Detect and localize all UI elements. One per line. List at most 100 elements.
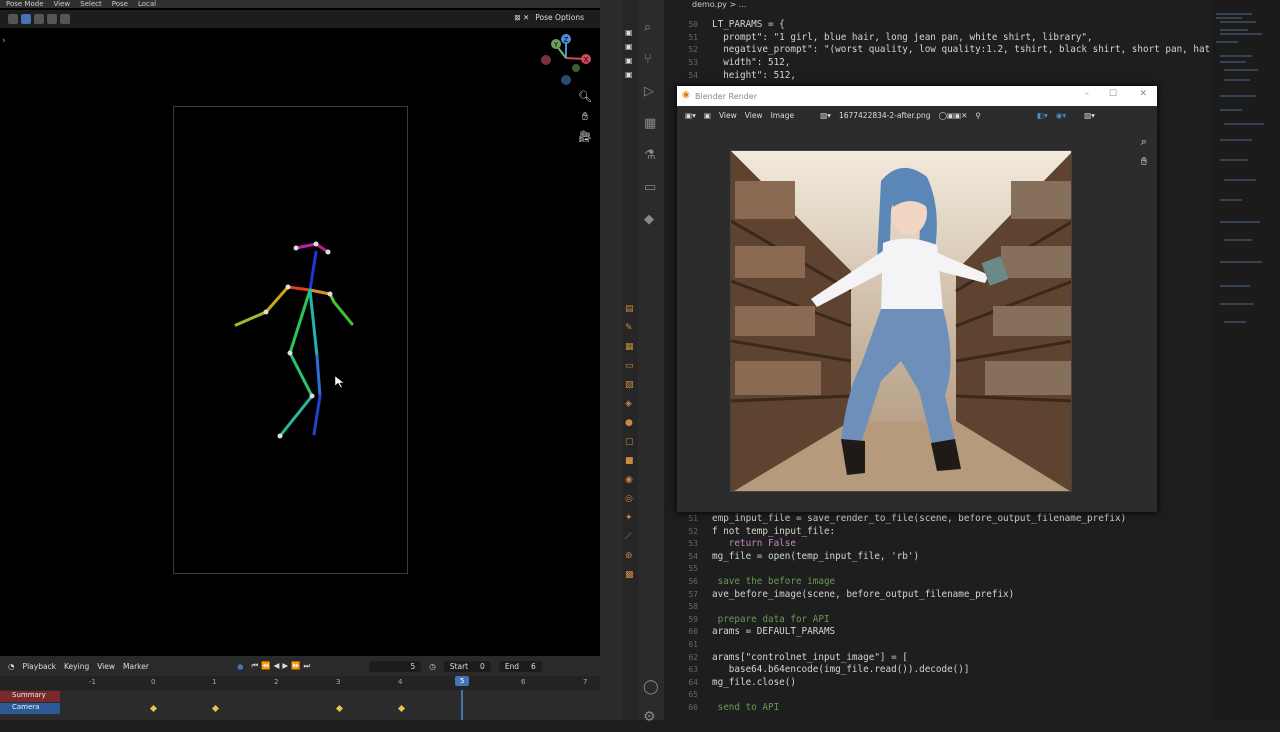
- playhead[interactable]: 5: [455, 676, 470, 686]
- joint: [309, 393, 315, 399]
- image-browse-icon[interactable]: ▨▾: [820, 111, 831, 120]
- account-settings-icons[interactable]: ◯ ⚙: [643, 672, 659, 732]
- tool-icons[interactable]: ▣ ▣ ▣ ▣: [625, 26, 633, 82]
- current-frame-field[interactable]: 5: [369, 660, 422, 672]
- playback-menu[interactable]: Playback: [23, 662, 56, 671]
- keyframe[interactable]: [211, 704, 220, 713]
- code-line[interactable]: mg_file.close(): [712, 677, 796, 688]
- expand-toolbar-icon[interactable]: ›: [2, 36, 6, 46]
- overlay-icon[interactable]: ◉▾: [1056, 111, 1066, 120]
- minimap[interactable]: [1212, 0, 1280, 720]
- bone-shin-l: [312, 394, 322, 436]
- maximize-button[interactable]: ☐: [1109, 89, 1117, 99]
- tick-label: 0: [151, 678, 156, 686]
- code-line[interactable]: width": 512,: [712, 57, 790, 68]
- image-actions-icons[interactable]: ◯▣▣✕: [939, 111, 968, 120]
- svg-text:Y: Y: [553, 41, 559, 49]
- camera-view-icon[interactable]: 🎥︎: [577, 130, 593, 143]
- code-line[interactable]: negative_prompt": "(worst quality, low q…: [712, 44, 1260, 55]
- start-value: 0: [480, 661, 485, 671]
- keyframe[interactable]: [335, 704, 344, 713]
- properties-strip: [600, 0, 622, 720]
- timeline-editor-icon[interactable]: ◔: [8, 662, 15, 671]
- minimize-button[interactable]: –: [1085, 89, 1090, 99]
- code-line[interactable]: return False: [712, 538, 796, 549]
- code-line[interactable]: height": 512,: [712, 70, 796, 81]
- image-menu[interactable]: Image: [771, 111, 795, 120]
- keying-menu[interactable]: Keying: [64, 662, 89, 671]
- line-number: 56: [688, 577, 698, 586]
- render-title-bar[interactable]: ◉ Blender Render – ☐ ✕: [677, 86, 1157, 106]
- image-name-field[interactable]: 1677422834-2-after.png: [839, 111, 931, 120]
- code-line[interactable]: arams["controlnet_input_image"] = [: [712, 652, 908, 663]
- image-editor-header: ▣▾ ▣ View View Image ▨▾ 1677422834-2-aft…: [677, 106, 1157, 124]
- code-line[interactable]: arams = DEFAULT_PARAMS: [712, 626, 835, 637]
- bone-shin-r: [278, 394, 314, 438]
- tick-label: 3: [336, 678, 341, 686]
- line-number: 61: [688, 640, 698, 649]
- code-line[interactable]: emp_input_file = save_render_to_file(sce…: [712, 513, 1126, 524]
- pan-hand-icon[interactable]: ✋︎: [577, 110, 593, 124]
- display-mode-icon[interactable]: ◧▾: [1037, 111, 1048, 120]
- close-button[interactable]: ✕: [1139, 89, 1147, 99]
- line-number: 53: [688, 539, 698, 549]
- channels-icon[interactable]: ▨▾: [1084, 111, 1095, 120]
- code-line[interactable]: ave_before_image(scene, before_output_fi…: [712, 589, 1014, 600]
- code-line[interactable]: LT_PARAMS = {: [712, 19, 785, 30]
- start-label: Start: [449, 661, 469, 671]
- svg-text:Z: Z: [564, 36, 569, 44]
- editor-type-icon[interactable]: ▣▾: [685, 111, 696, 120]
- end-field[interactable]: End 6: [498, 660, 542, 672]
- breadcrumb[interactable]: demo.py > ...: [692, 0, 746, 9]
- view-mode-icon[interactable]: ▣: [704, 111, 711, 120]
- line-number: 64: [688, 677, 698, 687]
- timeline-ruler[interactable]: -1 0 1 2 3 4 5 6 7: [0, 676, 600, 690]
- joint: [313, 241, 319, 247]
- line-number: 52: [688, 526, 698, 536]
- marker-menu[interactable]: Marker: [123, 662, 149, 671]
- playback-controls-icon[interactable]: ⏮⏪◀▶⏩⏭: [252, 661, 314, 671]
- start-field[interactable]: Start 0: [443, 660, 491, 672]
- line-number: 55: [688, 564, 698, 574]
- record-icon[interactable]: ●: [237, 662, 244, 671]
- view-menu[interactable]: View: [97, 662, 115, 671]
- code-line[interactable]: mg_file = open(temp_input_file, 'rb'): [712, 551, 919, 562]
- clock-icon[interactable]: ◷: [429, 662, 436, 671]
- channel-camera[interactable]: Camera: [0, 703, 60, 714]
- activity-icons[interactable]: ⌕ ⑂ ▷ ▦ ⚗ ▭ ◆: [644, 12, 656, 236]
- code-line[interactable]: base64.b64encode(img_file.read()).decode…: [712, 664, 970, 675]
- view-dropdown[interactable]: View: [719, 111, 737, 120]
- keyframe[interactable]: [397, 704, 406, 713]
- pose-skeleton[interactable]: [0, 0, 600, 656]
- code-line[interactable]: f not temp_input_file:: [712, 526, 835, 537]
- joint: [277, 433, 283, 439]
- pin-icon[interactable]: ⚲: [975, 111, 981, 120]
- blender-logo-icon: ◉: [682, 90, 690, 100]
- keyframe[interactable]: [149, 704, 158, 713]
- channel-summary[interactable]: Summary: [0, 691, 60, 702]
- activity-bar: ⌕ ⑂ ▷ ▦ ⚗ ▭ ◆ ◯ ⚙: [638, 0, 664, 725]
- line-number: 52: [688, 45, 698, 55]
- properties-tabs: ▣ ▣ ▣ ▣ ▤ ✎ ▦ ▭ ▨ ◈ ● ▢ ■ ◉ ◎ ✦ ⟋ ⊛ ▩: [622, 0, 638, 720]
- navigation-gizmo[interactable]: X Y Z: [535, 32, 595, 92]
- timeline-header: ◔ Playback Keying View Marker ● ⏮⏪◀▶⏩⏭ 5…: [0, 656, 600, 676]
- rendered-image: [730, 150, 1072, 492]
- code-line[interactable]: prepare data for API: [712, 614, 830, 625]
- image-viewport[interactable]: ⌕ ✋︎: [677, 124, 1157, 512]
- line-number: 63: [688, 665, 698, 675]
- tick-label: 6: [521, 678, 526, 686]
- joint: [293, 245, 299, 251]
- bone-torso-r: [288, 288, 312, 355]
- gizmo-negz-icon: [561, 75, 571, 85]
- dopesheet: Summary Camera: [0, 690, 600, 720]
- code-line[interactable]: prompt": "1 girl, blue hair, long jean p…: [712, 32, 1092, 43]
- properties-tab-icons[interactable]: ▤ ✎ ▦ ▭ ▨ ◈ ● ▢ ■ ◉ ◎ ✦ ⟋ ⊛ ▩: [625, 300, 634, 585]
- code-line[interactable]: save the before image: [712, 576, 836, 587]
- zoom-icon[interactable]: 🔍︎: [577, 90, 593, 103]
- tick-label: 7: [583, 678, 588, 686]
- code-line[interactable]: send to API: [712, 702, 780, 713]
- bone-thigh-r: [288, 351, 314, 398]
- bone-forearm-l: [332, 300, 354, 326]
- view-menu[interactable]: View: [745, 111, 763, 120]
- zoom-pan-icons[interactable]: ⌕ ✋︎: [1141, 132, 1147, 172]
